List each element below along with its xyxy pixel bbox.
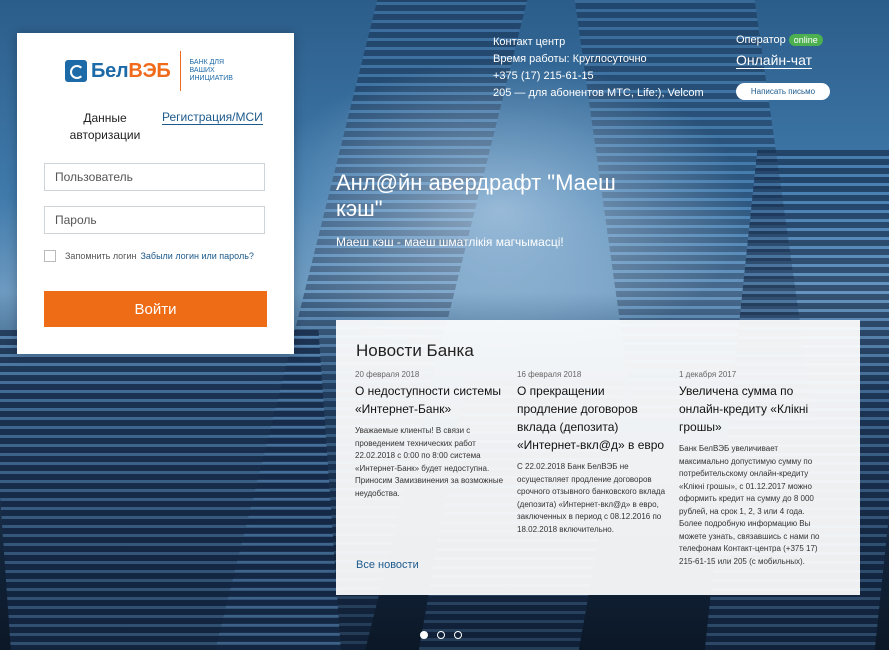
remember-row: Запомнить логин Забыли логин или пароль? [44,250,254,262]
operator-status: Оператор online [736,34,823,46]
news-item: 20 февраля 2018 О недоступности системы … [355,370,505,500]
contact-short-number: 205 — для абонентов МТС, Life:), Velcom [493,87,704,99]
online-chat-link[interactable]: Онлайн-чат [736,52,812,69]
contact-center: Контакт центр Время работы: Круглосуточн… [493,34,704,102]
news-date: 1 декабря 2017 [679,370,737,379]
bank-logo[interactable]: БелВЭБ Банк для ваших инициатив [65,47,249,95]
logo-name: БелВЭБ [91,59,171,82]
promo-subtitle: Маеш кэш - маеш шматлікія магчымасці! [336,235,564,249]
logo-tagline: Банк для ваших инициатив [189,59,233,82]
remember-label: Запомнить логин [65,251,137,261]
tab-registration[interactable]: Регистрация/МСИ [162,110,263,125]
news-title: Новости Банка [356,341,474,360]
news-text: Уважаемые клиенты! В связи с проведением… [355,426,504,498]
login-panel: БелВЭБ Банк для ваших инициатив Данные а… [17,33,294,354]
password-input[interactable] [44,206,265,234]
news-heading-link[interactable]: О недоступности системы «Интернет-Банк» [355,382,505,418]
carousel-dot-1[interactable] [420,631,428,639]
write-letter-button[interactable]: Написать письмо [736,83,830,100]
forgot-password-link[interactable]: Забыли логин или пароль? [140,251,253,261]
carousel-dots [420,631,462,639]
news-item: 1 декабря 2017 Увеличена сумма по онлайн… [679,370,829,568]
carousel-dot-3[interactable] [454,631,462,639]
operator-label: Оператор [736,34,786,46]
news-date: 16 февраля 2018 [517,370,582,379]
news-heading-link[interactable]: О прекращении продление договоров вклада… [517,382,667,454]
username-input[interactable] [44,163,265,191]
contact-title: Контакт центр [493,36,566,48]
news-text: Банк БелВЭБ увеличивает максимально допу… [679,444,820,566]
tab-auth-data[interactable]: Данные авторизации [65,110,145,144]
contact-hours: Время работы: Круглосуточно [493,53,647,65]
news-text: С 22.02.2018 Банк БелВЭБ не осуществляет… [517,462,666,534]
news-date: 20 февраля 2018 [355,370,420,379]
remember-checkbox[interactable] [44,250,56,262]
news-item: 16 февраля 2018 О прекращении продление … [517,370,667,536]
news-panel: Новости Банка 20 февраля 2018 О недоступ… [336,320,860,595]
all-news-link[interactable]: Все новости [356,559,419,571]
online-badge: online [788,34,823,46]
carousel-dot-2[interactable] [437,631,445,639]
news-heading-link[interactable]: Увеличена сумма по онлайн-кредиту «Клікн… [679,382,829,436]
contact-phone[interactable]: +375 (17) 215-61-15 [493,68,704,85]
promo-title: Анл@йн авердрафт "Маеш кэш" [336,170,616,221]
login-button[interactable]: Войти [44,291,267,327]
belveb-logo-icon [65,60,87,82]
